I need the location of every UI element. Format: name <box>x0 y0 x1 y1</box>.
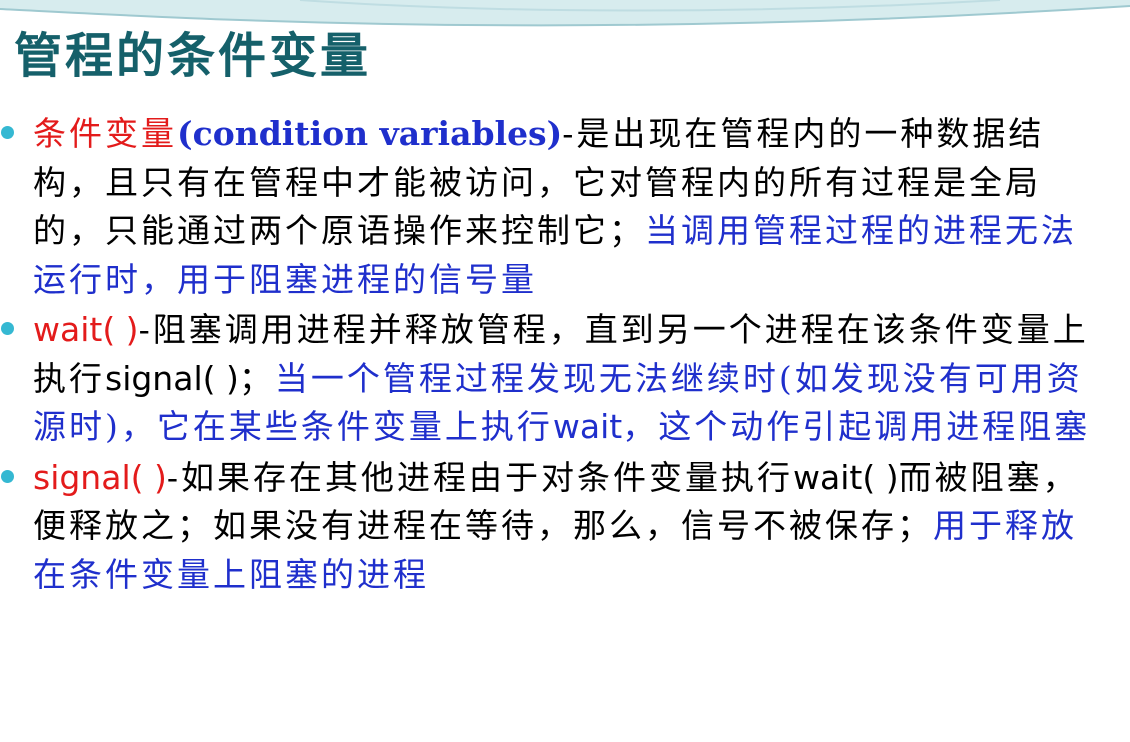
definition-text: -如果存在其他进程由于对条件变量执行 <box>166 457 794 497</box>
bullet-wait: wait( )-阻塞调用进程并释放管程，直到另一个进程在该条件变量上执行sign… <box>0 306 1130 452</box>
inline-code-wait: wait <box>552 407 623 446</box>
definition-text-end: ； <box>238 358 275 398</box>
inline-code-wait: wait( ) <box>793 457 899 497</box>
bullet-signal: signal( )-如果存在其他进程由于对条件变量执行wait( )而被阻塞，便… <box>0 454 1130 600</box>
bullet-condition-variable: 条件变量(condition variables)-是出现在管程内的一种数据结构… <box>0 110 1130 304</box>
bullet-list: 条件变量(condition variables)-是出现在管程内的一种数据结构… <box>0 110 1130 601</box>
emphasis-text-end: ，这个动作引起调用进程阻塞 <box>622 407 1091 446</box>
term-signal: signal( ) <box>33 457 167 497</box>
term-wait: wait( ) <box>33 310 139 349</box>
bullet-dot-icon <box>1 126 14 139</box>
inline-code-signal: signal( ) <box>105 358 239 398</box>
term-condition-variable: 条件变量 <box>33 114 177 153</box>
bullet-dot-icon <box>1 469 14 483</box>
bullet-dot-icon <box>1 322 14 335</box>
term-condition-variable-latin: (condition variables) <box>177 114 563 153</box>
page-title: 管程的条件变量 <box>14 28 372 84</box>
